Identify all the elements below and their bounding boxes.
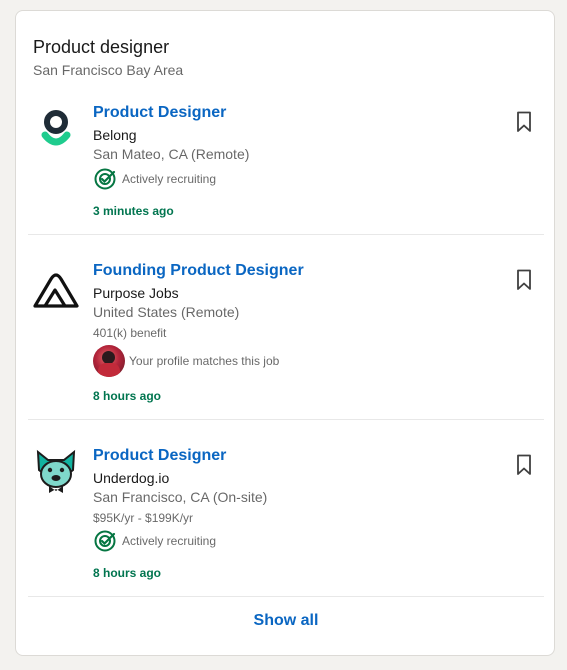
card-title: Product designer [33, 37, 170, 57]
job-insight: Actively recruiting [93, 529, 216, 553]
jobs-card: Product designer San Francisco Bay Area … [15, 10, 555, 656]
show-all-button[interactable]: Show all [16, 612, 556, 630]
job-location: United States (Remote) [93, 304, 240, 320]
job-benefit: 401(k) benefit [93, 326, 167, 340]
card-subtitle: San Francisco Bay Area [33, 62, 184, 78]
insight-text: Actively recruiting [122, 534, 217, 548]
divider [28, 419, 544, 420]
purpose-jobs-logo-icon[interactable] [32, 265, 80, 313]
divider [28, 234, 544, 235]
job-company: Underdog.io [93, 470, 170, 486]
job-posted-time: 8 hours ago [93, 566, 162, 580]
avatar [93, 345, 125, 377]
job-insight: Actively recruiting [93, 167, 216, 191]
job-posted-time: 3 minutes ago [93, 204, 174, 218]
insight-text: Your profile matches this job [129, 354, 280, 368]
bookmark-icon[interactable] [514, 454, 534, 476]
bookmark-icon[interactable] [514, 111, 534, 133]
job-company: Belong [93, 127, 137, 143]
target-icon [94, 168, 116, 190]
job-title-link[interactable]: Product Designer [93, 104, 226, 122]
underdog-logo-icon[interactable] [32, 448, 80, 496]
job-location: San Mateo, CA (Remote) [93, 146, 250, 162]
divider [28, 596, 544, 597]
job-insight: Your profile matches this job [93, 345, 279, 377]
job-salary: $95K/yr - $199K/yr [93, 511, 194, 525]
bookmark-icon[interactable] [514, 269, 534, 291]
job-title-link[interactable]: Founding Product Designer [93, 262, 304, 280]
job-posted-time: 8 hours ago [93, 389, 162, 403]
job-company: Purpose Jobs [93, 285, 179, 301]
belong-logo-icon[interactable] [32, 107, 80, 155]
job-title-link[interactable]: Product Designer [93, 447, 226, 465]
job-location: San Francisco, CA (On-site) [93, 489, 268, 505]
insight-text: Actively recruiting [122, 172, 217, 186]
target-icon [94, 530, 116, 552]
